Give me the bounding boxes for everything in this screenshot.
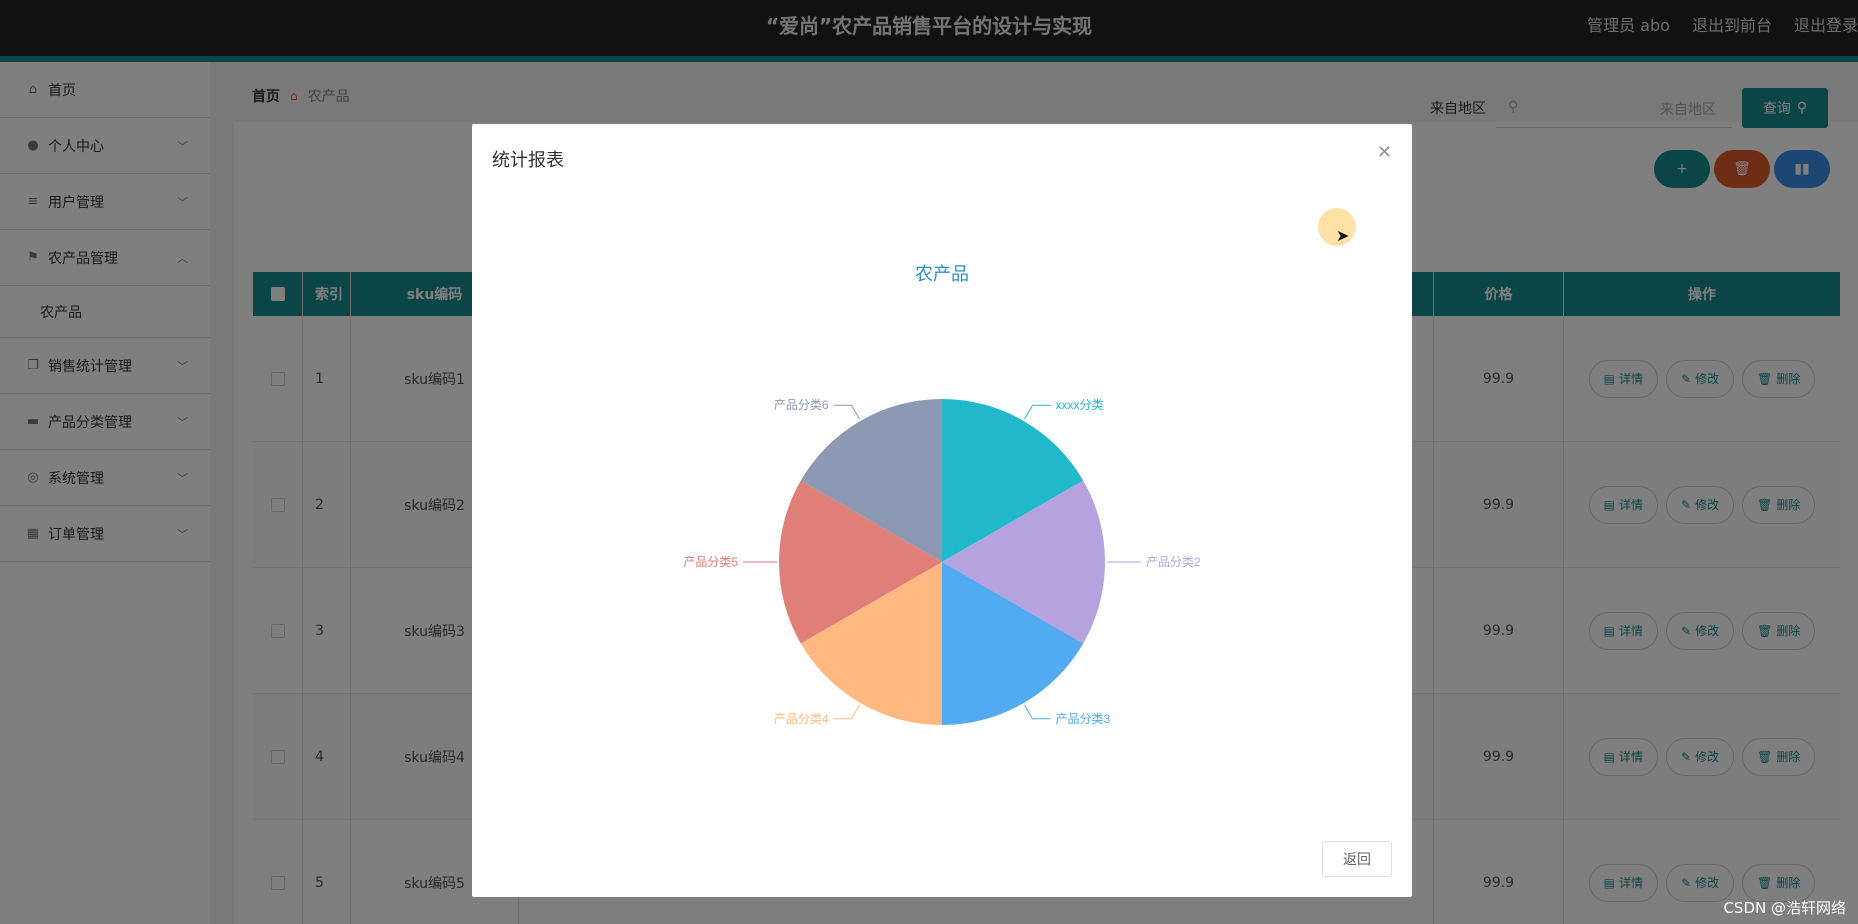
watermark: CSDN @浩轩网络 (1723, 899, 1846, 917)
pie-label: 产品分类5 (683, 555, 738, 569)
chart-title: 农产品 (915, 264, 969, 284)
pie-label: 产品分类3 (1056, 712, 1111, 726)
pie-label: xxxx分类 (1056, 398, 1104, 412)
mouse-cursor-icon: ➤ (1336, 226, 1350, 245)
close-icon[interactable]: ✕ (1377, 142, 1392, 163)
dialog-title: 统计报表 (492, 150, 564, 171)
pie-label: 产品分类4 (774, 712, 829, 726)
pie-label-line (833, 704, 860, 720)
pie-label: 产品分类6 (774, 398, 829, 412)
pie-label: 产品分类2 (1146, 555, 1201, 569)
pie-label-line (1024, 404, 1051, 420)
pie-label-line (1024, 704, 1051, 720)
pie-label-line (833, 404, 860, 420)
pie-chart: 农产品 xxxx分类产品分类2 产品分类3 产品分类4 产品分类5 产品分类6 (683, 264, 1201, 726)
stats-report-dialog: 统计报表 ✕ 农产品 xxxx分类产品分类2 产品分类3 产品分类4 产品分类5 产品分类… (472, 124, 1412, 897)
back-button[interactable]: 返回 (1322, 841, 1392, 877)
